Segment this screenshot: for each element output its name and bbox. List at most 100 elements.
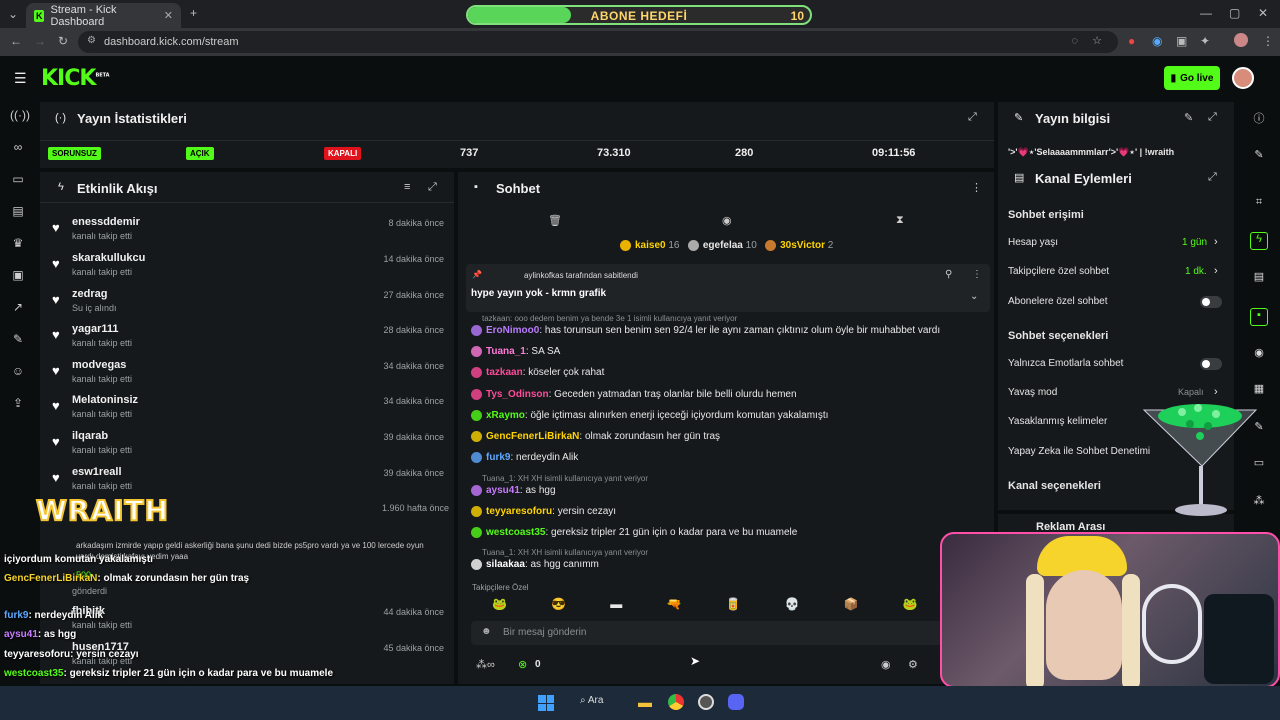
chat-username[interactable]: GencFenerLiBirkaN	[486, 431, 579, 442]
activity-item[interactable]: ♥ Melatoninsiz kanalı takip etti 34 dakika …	[48, 392, 448, 426]
extension-sound-icon[interactable]: ◉	[1152, 34, 1162, 48]
emote-only-toggle[interactable]	[1200, 358, 1222, 370]
chat-username[interactable]: Tuana_1	[486, 346, 526, 357]
chevron-right-icon[interactable]: ›	[1214, 236, 1218, 248]
chevron-right-icon[interactable]: ›	[1214, 265, 1218, 277]
back-icon[interactable]: ←	[10, 34, 22, 48]
analytics-icon[interactable]: ▤	[10, 204, 26, 220]
unpin-icon[interactable]: ⚲	[945, 269, 952, 280]
chat-username[interactable]: teyyaresoforu	[486, 506, 552, 517]
wrench-icon[interactable]: ✎	[1250, 420, 1268, 438]
bolt-icon[interactable]: ϟ	[1250, 232, 1268, 250]
emoji-icon[interactable]: ☻	[481, 626, 492, 637]
chat-message[interactable]: Tys_Odinson: Geceden yatmadan traş olanl…	[471, 389, 797, 400]
chat-message[interactable]: silaakaa: as hgg canımm	[471, 559, 599, 570]
chat-username[interactable]: Tys_Odinson	[486, 389, 549, 400]
bookmark-star-icon[interactable]: ☆	[1092, 34, 1102, 47]
channel-options-title[interactable]: Kanal seçenekleri	[1008, 480, 1101, 492]
chat-username[interactable]: tazkaan	[486, 367, 523, 378]
activity-user[interactable]: modvegas	[72, 359, 126, 371]
emote-icon[interactable]: 💀	[785, 597, 800, 613]
chat-message[interactable]: tazkaan: köseler çok rahat	[471, 367, 604, 378]
chat-icon[interactable]: ▪	[1250, 308, 1268, 326]
chat-message[interactable]: EroNimoo0: has torunsun sen benim sen 92…	[471, 325, 940, 336]
ai-moderation-label[interactable]: Yapay Zeka ile Sohbet Denetimi	[1008, 446, 1150, 457]
hourglass-icon[interactable]: ⧗	[896, 214, 904, 227]
quick-emote-icon[interactable]: ◉	[881, 658, 891, 671]
trophy-icon[interactable]: ♛	[10, 236, 26, 252]
expand-icon[interactable]: ⤢	[1208, 111, 1217, 124]
chat-username[interactable]: westcoast35	[486, 527, 545, 538]
maximize-icon[interactable]: ▢	[1229, 6, 1240, 20]
nodes-icon[interactable]: ⁂	[1250, 494, 1268, 512]
activity-item[interactable]: fhihitk kanalı takip etti 44 dakika önce	[48, 603, 448, 637]
activity-user[interactable]: enessddemir	[72, 216, 140, 228]
chat-message[interactable]: Tuana_1: SA SA	[471, 346, 560, 357]
emote-icon[interactable]: ▬	[610, 597, 622, 613]
forward-icon[interactable]: →	[34, 34, 46, 48]
chrome-icon[interactable]	[668, 694, 684, 710]
emote-icon[interactable]: 🐸	[903, 597, 918, 613]
browser-menu-icon[interactable]: ⋮	[1262, 34, 1274, 48]
chat-username[interactable]: EroNimoo0	[486, 325, 539, 336]
activity-user[interactable]: skarakullukcu	[72, 252, 145, 264]
discord-icon[interactable]	[728, 694, 744, 710]
chat-input[interactable]: ☻ Bir mesaj gönderin	[471, 621, 989, 645]
wrench-icon[interactable]: ✎	[10, 332, 26, 348]
crop-icon[interactable]: ⌗	[1250, 196, 1268, 214]
reload-icon[interactable]: ↻	[58, 34, 68, 48]
activity-item[interactable]: ♥ enessddemir kanalı takip etti 8 dakika ön…	[48, 214, 448, 248]
activity-user[interactable]: ilqarab	[72, 430, 108, 442]
link-icon[interactable]: ∞	[10, 140, 26, 156]
message-icon[interactable]: ◉	[722, 214, 732, 227]
pencil-icon[interactable]: ✎	[1250, 148, 1268, 166]
chat-username[interactable]: aysu41	[486, 485, 520, 496]
chat-settings-gear-icon[interactable]: ⚙	[908, 658, 918, 671]
layers-icon[interactable]: ▦	[1250, 382, 1268, 400]
upload-icon[interactable]: ⇪	[10, 396, 26, 412]
chat-message[interactable]: westcoast35: gereksiz tripler 21 gün içi…	[471, 527, 797, 538]
browser-tab[interactable]: K Stream - Kick Dashboard ✕	[26, 3, 181, 28]
activity-user[interactable]: Melatoninsiz	[72, 394, 138, 406]
site-info-icon[interactable]: ⚙	[87, 35, 96, 46]
activity-item[interactable]: ♥ skarakullukcu kanalı takip etti 14 dakika…	[48, 250, 448, 284]
taskbar-search[interactable]: ⌕ Ara	[580, 695, 603, 706]
eye-off-icon[interactable]: ◌	[1071, 35, 1078, 47]
chat-message[interactable]: furk9: nerdeydin Alik	[471, 452, 578, 463]
tab-list-icon[interactable]: ⌄	[8, 7, 18, 21]
account-age-value[interactable]: 1 gün	[1182, 237, 1207, 248]
chat-message[interactable]: aysu41: as hgg	[471, 485, 556, 496]
filter-icon[interactable]: ≡	[404, 181, 410, 193]
followers-only-chat-value[interactable]: 1 dk.	[1185, 266, 1207, 277]
emote-icon[interactable]: 🥫	[726, 597, 741, 613]
users-icon[interactable]: ☺	[10, 364, 26, 380]
url-field[interactable]: ⚙ dashboard.kick.com/stream ◌ ☆	[78, 31, 1118, 53]
file-explorer-icon[interactable]: ▬	[638, 694, 652, 710]
broadcast-icon[interactable]: ((·))	[10, 108, 30, 124]
broadcast-icon[interactable]: ◉	[1250, 346, 1268, 364]
hamburger-menu-icon[interactable]: ☰	[14, 70, 27, 87]
users-icon[interactable]: ⁂∞	[476, 658, 495, 671]
close-window-icon[interactable]: ✕	[1258, 6, 1268, 20]
trash-icon[interactable]: 🗑	[548, 214, 562, 227]
subs-only-toggle[interactable]	[1200, 296, 1222, 308]
activity-item[interactable]: ♥ zedrag Su iç alındı 27 dakika önce	[48, 286, 448, 320]
kick-logo[interactable]: KICKBETA	[41, 66, 110, 91]
edit-pencil-icon[interactable]: ✎	[1184, 111, 1193, 124]
activity-user[interactable]: esw1reall	[72, 466, 122, 478]
minimize-icon[interactable]: —	[1200, 6, 1212, 20]
activity-user[interactable]: zedrag	[72, 288, 107, 300]
activity-user[interactable]: yagar111	[72, 323, 119, 335]
activity-item[interactable]: ♥ ilqarab kanalı takip etti 39 dakika önce	[48, 428, 448, 462]
chevron-down-icon[interactable]: ⌄	[970, 291, 978, 302]
top-user-1[interactable]: kaise0	[635, 240, 666, 251]
document-icon[interactable]: ▤	[1250, 270, 1268, 288]
chat-username[interactable]: silaakaa	[486, 559, 525, 570]
activity-item[interactable]: ♥ esw1reall kanalı takip etti 39 dakika önc…	[48, 464, 448, 498]
windows-start-icon[interactable]	[538, 695, 554, 711]
expand-icon[interactable]: ⤢	[968, 111, 977, 124]
go-live-button[interactable]: ▮ Go live	[1164, 66, 1220, 90]
chat-message[interactable]: xRaymo: öğle içtiması alınırken enerji i…	[471, 410, 828, 421]
window-icon[interactable]: ▭	[10, 172, 26, 188]
top-user-2[interactable]: egefelaa	[703, 240, 743, 251]
